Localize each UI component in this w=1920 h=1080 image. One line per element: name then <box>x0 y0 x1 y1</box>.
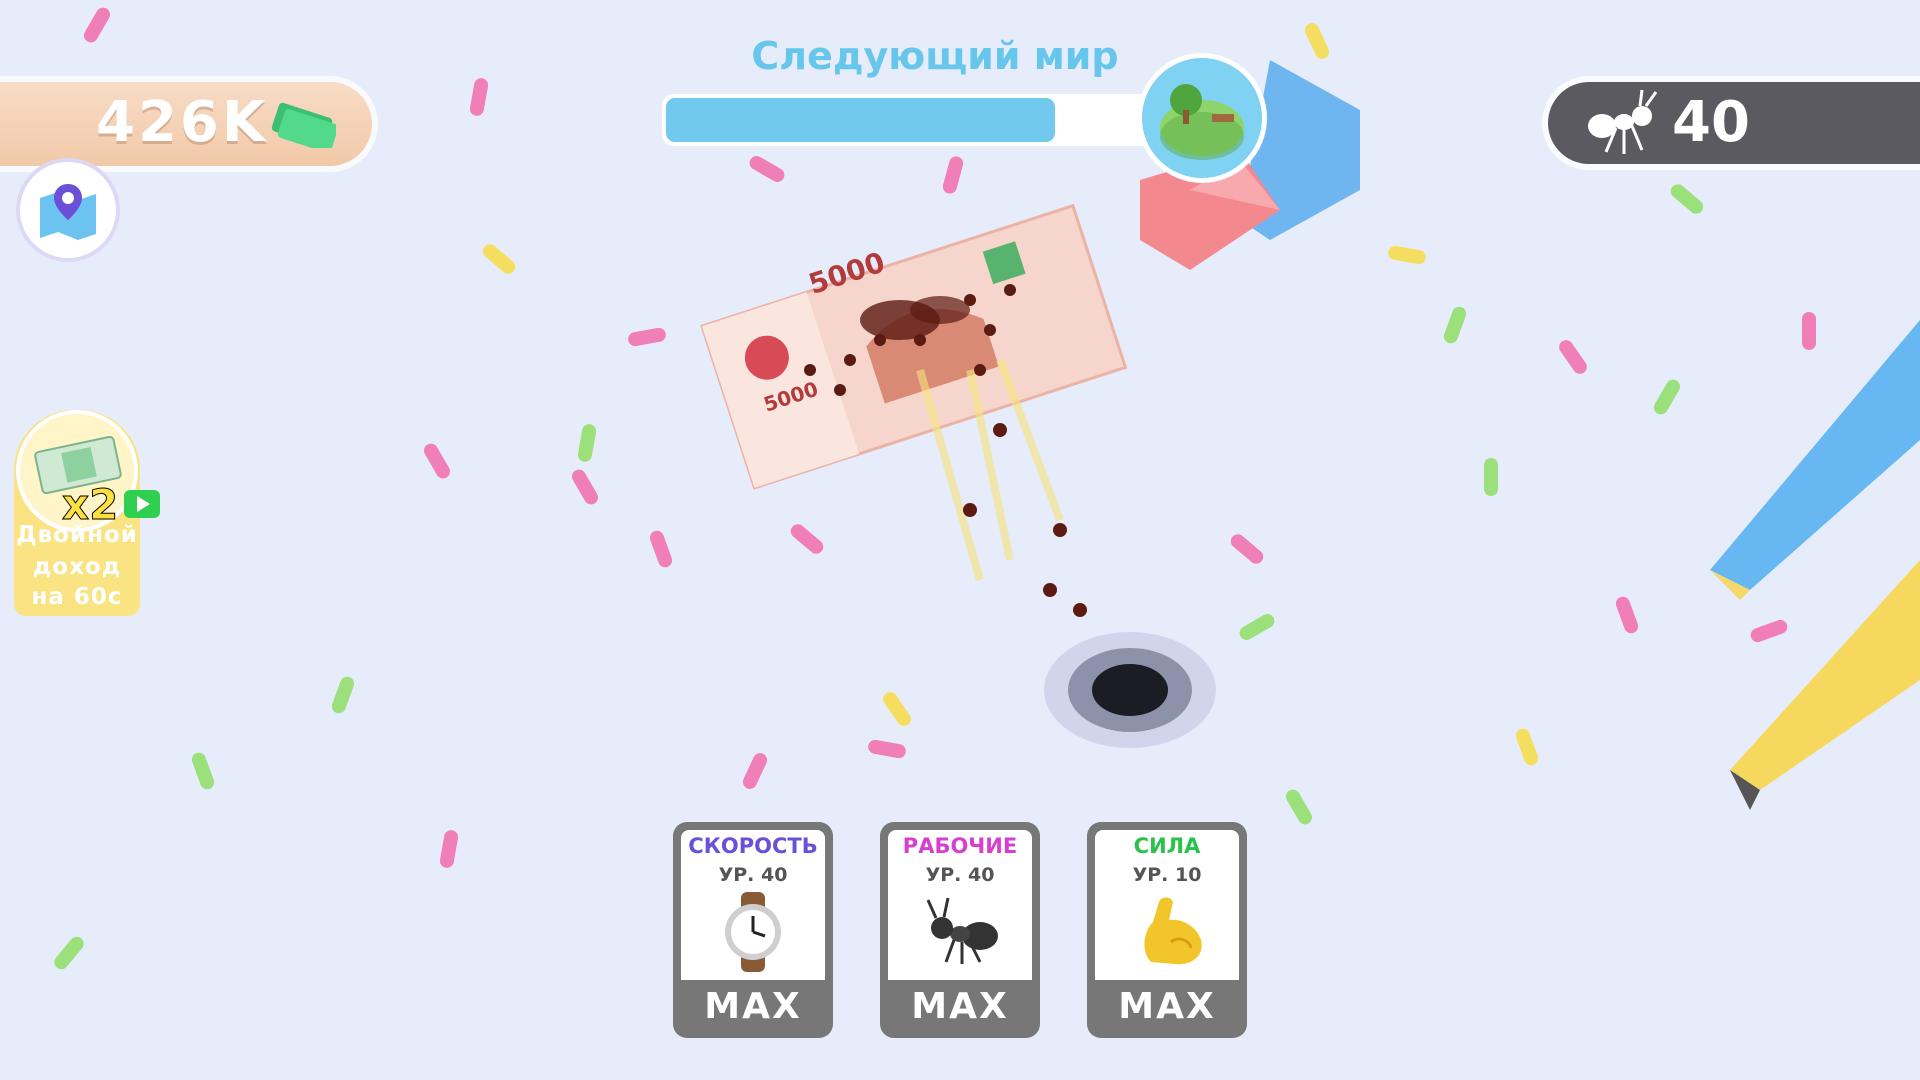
upgrade-level: УР. 40 <box>718 864 788 886</box>
confetti-piece <box>576 423 598 463</box>
upgrade-title: РАБОЧИЕ <box>902 834 1018 858</box>
pencil-decor <box>1710 320 1920 810</box>
money-counter: 426K <box>0 82 372 166</box>
confetti-piece <box>1441 304 1469 346</box>
confetti-piece <box>647 528 675 570</box>
confetti-piece <box>627 326 667 348</box>
cash-stack-icon <box>271 102 336 148</box>
confetti-piece <box>1651 377 1683 417</box>
upgrade-max-label: MAX <box>704 986 802 1027</box>
upgrade-level: УР. 40 <box>925 864 995 886</box>
ant-counter: 40 <box>1548 82 1920 164</box>
confetti-piece <box>1283 787 1315 827</box>
map-pin-icon <box>40 184 96 240</box>
confetti-piece <box>740 750 770 792</box>
confetti-piece <box>1484 458 1498 496</box>
upgrade-max-label: MAX <box>1118 986 1216 1027</box>
confetti-piece <box>479 241 519 277</box>
confetti-piece <box>1667 181 1707 217</box>
ant-icon <box>926 897 998 964</box>
upgrade-level: УР. 10 <box>1132 864 1202 886</box>
ant-trail <box>916 360 1216 748</box>
confetti-piece <box>189 750 217 792</box>
confetti-piece <box>421 441 453 481</box>
flexed-bicep-icon <box>1144 897 1202 965</box>
confetti-piece <box>747 153 787 185</box>
watch-icon <box>725 892 781 972</box>
upgrade-max-label: MAX <box>911 986 1009 1027</box>
double-income-line1: Двойной <box>16 522 138 548</box>
confetti-piece <box>1556 337 1590 377</box>
upgrade-strength-card[interactable]: СИЛА УР. 10 MAX <box>1087 822 1247 1038</box>
confetti-piece <box>1613 594 1641 636</box>
double-income-line2: доход <box>32 554 122 580</box>
upgrade-title: СКОРОСТЬ <box>688 834 818 858</box>
confetti-piece <box>1237 611 1277 643</box>
world-progress-bar <box>662 94 1162 146</box>
card-body: СИЛА УР. 10 <box>1095 830 1239 980</box>
map-button[interactable] <box>20 162 116 258</box>
confetti-piece <box>569 467 601 507</box>
double-income-button[interactable]: x2 Двойной доход на 60с <box>14 410 160 616</box>
double-income-line3: на 60с <box>31 584 123 610</box>
confetti-piece <box>51 933 87 973</box>
double-income-badge: x2 <box>20 414 134 530</box>
upgrade-workers-card[interactable]: РАБОЧИЕ УР. 40 MAX <box>880 822 1040 1038</box>
confetti-piece <box>438 829 460 869</box>
confetti-piece <box>81 5 113 45</box>
play-video-icon <box>124 490 160 518</box>
next-world-park-icon <box>1142 58 1262 178</box>
money-value: 426K <box>96 90 269 155</box>
upgrade-title: СИЛА <box>1133 834 1201 858</box>
world-progress-fill <box>666 98 1055 142</box>
card-body: СКОРОСТЬ УР. 40 <box>681 830 825 980</box>
confetti-piece <box>1513 726 1541 768</box>
confetti-piece <box>468 77 490 117</box>
upgrade-speed-card[interactable]: СКОРОСТЬ УР. 40 MAX <box>673 822 833 1038</box>
confetti-piece <box>329 674 357 716</box>
ant-icon <box>1588 89 1658 154</box>
ant-count-value: 40 <box>1672 90 1750 155</box>
card-body: РАБОЧИЕ УР. 40 <box>888 830 1032 980</box>
confetti-piece <box>787 521 827 557</box>
next-world-label: Следующий мир <box>751 34 1119 78</box>
